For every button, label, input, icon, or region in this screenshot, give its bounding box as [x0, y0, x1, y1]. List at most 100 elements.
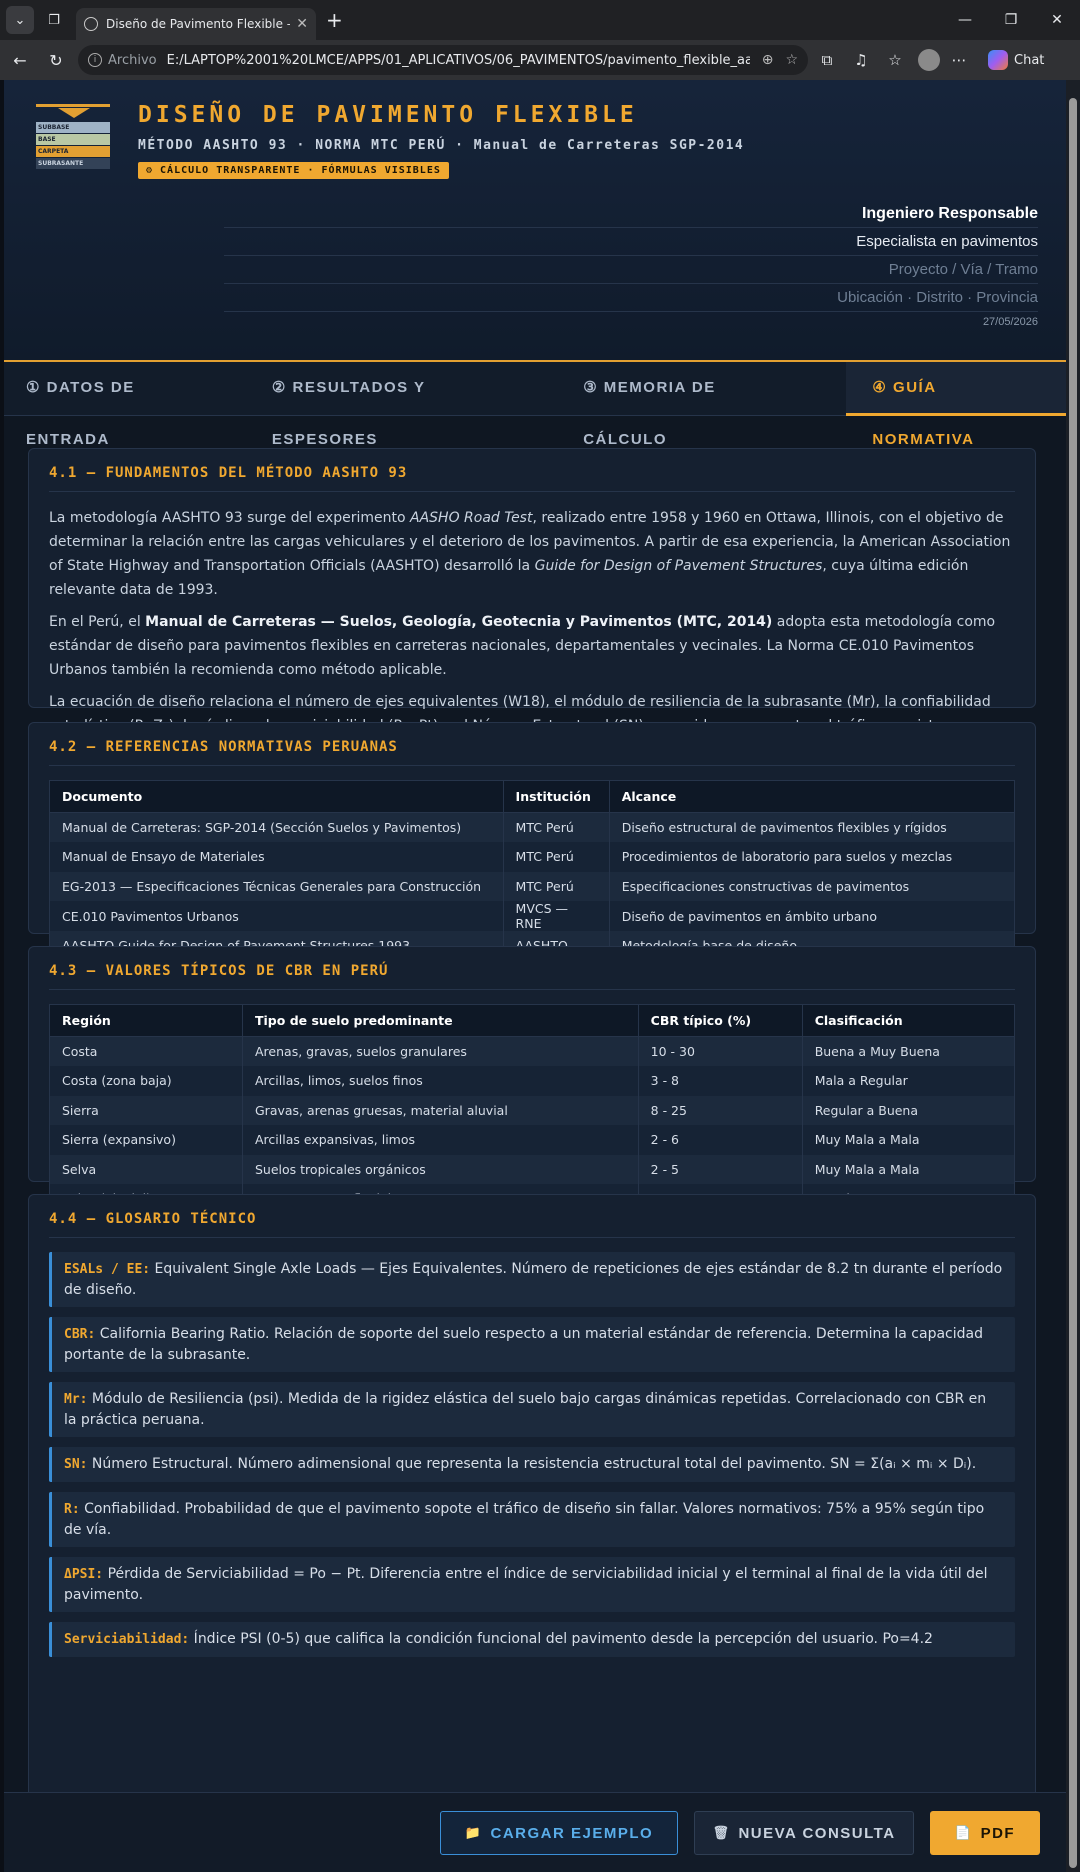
table-row: Costa (zona baja) Arcillas, limos, suelos… [49, 1066, 1016, 1096]
glossary-definition: Número Estructural. Número adimensional … [87, 1456, 977, 1472]
cell: EG-2013 — Especificaciones Técnicas Gene… [49, 871, 504, 901]
location-field[interactable]: Ubicación · Distrito · Provincia [224, 284, 1038, 312]
cell: Diseño estructural de pavimentos flexibl… [608, 812, 1016, 842]
tab-list-button[interactable]: ⌄ [6, 6, 34, 34]
load-example-button[interactable]: 📁 CARGAR EJEMPLO [440, 1811, 678, 1855]
paragraph-2: En el Perú, el Manual de Carreteras — Su… [49, 614, 996, 678]
glossary-term: Mr: [64, 1392, 88, 1407]
folder-icon: 📁 [464, 1825, 483, 1840]
close-tab-icon[interactable]: ✕ [296, 16, 308, 32]
engineer-name-field[interactable]: Ingeniero Responsable [224, 200, 1038, 228]
references-table: Documento Institución Alcance Manual de … [49, 780, 1016, 961]
cell: 3 - 8 [637, 1066, 803, 1096]
table-row: Manual de Ensayo de Materiales MTC Perú Pr… [49, 842, 1016, 872]
page-title: DISEÑO DE PAVIMENTO FLEXIBLE [138, 102, 638, 128]
section-title: 4.4 — GLOSARIO TÉCNICO [49, 1211, 1015, 1238]
favorite-star-icon[interactable]: ☆ [785, 52, 798, 68]
logo-layer-subbase: SUBBASE [36, 122, 110, 133]
new-tab-button[interactable]: + [326, 8, 343, 32]
tab-guia-normativa[interactable]: ④ GUÍA NORMATIVA [846, 362, 1066, 448]
cell: MVCS — RNE [502, 901, 610, 931]
browser-tab-active[interactable]: Diseño de Pavimento Flexible — A ✕ [76, 8, 316, 40]
paragraph-1: La metodología AASHTO 93 surge del exper… [49, 510, 1011, 598]
cell: Arenas, gravas, suelos granulares [242, 1036, 639, 1066]
glossary-term: Serviciabilidad: [64, 1632, 190, 1647]
cell: Arcillas, limos, suelos finos [242, 1066, 639, 1096]
logo-layer-subrasante: SUBRASANTE [36, 158, 110, 169]
cell: Suelos tropicales orgánicos [242, 1154, 639, 1184]
cell: Sierra (expansivo) [49, 1125, 243, 1155]
tab-resultados[interactable]: ② RESULTADOS Y ESPESORES [246, 362, 557, 448]
col-header: CBR típico (%) [637, 1004, 803, 1037]
page-scrollbar[interactable] [1066, 80, 1080, 1872]
table-row: EG-2013 — Especificaciones Técnicas Gene… [49, 871, 1016, 901]
scrollbar-thumb[interactable] [1069, 98, 1077, 1868]
cell: Sierra [49, 1095, 243, 1125]
cell: MTC Perú [502, 871, 610, 901]
url-text: E:/LAPTOP%2001%20LMCE/APPS/01_APLICATIVO… [166, 52, 750, 68]
chevron-down-icon: ⌄ [14, 12, 26, 28]
window-controls: — ❐ ✕ [942, 0, 1080, 40]
page-subtitle: MÉTODO AASHTO 93 · NORMA MTC PERÚ · Manu… [138, 138, 745, 153]
section-glosario: 4.4 — GLOSARIO TÉCNICO ESALs / EE: Equiv… [28, 1194, 1036, 1834]
document-icon: 📄 [954, 1825, 973, 1840]
new-query-label: NUEVA CONSULTA [738, 1824, 896, 1842]
cell: 10 - 30 [637, 1036, 803, 1066]
glossary-item: ΔPSI: Pérdida de Serviciabilidad = Po − … [49, 1557, 1015, 1612]
glossary-item: SN: Número Estructural. Número adimensio… [49, 1447, 1015, 1482]
info-icon[interactable]: i [88, 53, 102, 67]
table-row: Sierra (expansivo) Arcillas expansivas, l… [49, 1125, 1016, 1155]
cell: CE.010 Pavimentos Urbanos [49, 901, 504, 931]
more-menu-icon[interactable]: ⋯ [944, 45, 974, 75]
back-icon[interactable]: ← [4, 44, 36, 76]
section-referencias: 4.2 — REFERENCIAS NORMATIVAS PERUANAS Do… [28, 722, 1036, 961]
reload-icon[interactable]: ↻ [40, 44, 72, 76]
profile-avatar[interactable] [918, 49, 940, 71]
project-field[interactable]: Proyecto / Vía / Tramo [224, 256, 1038, 284]
table-row: Costa Arenas, gravas, suelos granulares 10… [49, 1036, 1016, 1066]
project-info-fields: Ingeniero Responsable Especialista en pa… [224, 200, 1038, 328]
cell: Costa [49, 1036, 243, 1066]
glossary-definition: Pérdida de Serviciabilidad = Po − Pt. Di… [64, 1566, 988, 1603]
minimize-icon[interactable]: — [942, 0, 988, 40]
glossary-definition: Confiabilidad. Probabilidad de que el pa… [64, 1501, 985, 1538]
section-title: 4.3 — VALORES TÍPICOS DE CBR EN PERÚ [49, 963, 1015, 990]
glossary-definition: California Bearing Ratio. Relación de so… [64, 1326, 983, 1363]
cbr-table: Región Tipo de suelo predominante CBR tí… [49, 1004, 1016, 1214]
col-header: Institución [502, 780, 610, 813]
pdf-button[interactable]: 📄 PDF [930, 1811, 1040, 1855]
favorites-icon[interactable]: ☆ [880, 45, 910, 75]
cell: Muy Mala a Mala [801, 1125, 1016, 1155]
new-query-button[interactable]: 🗑 NUEVA CONSULTA [694, 1811, 914, 1855]
engineer-specialty-field[interactable]: Especialista en pavimentos [224, 228, 1038, 256]
cell: Mala a Regular [801, 1066, 1016, 1096]
table-row: Sierra Gravas, arenas gruesas, material a… [49, 1095, 1016, 1125]
date-label: 27/05/2026 [982, 316, 1038, 328]
address-input[interactable]: i Archivo E:/LAPTOP%2001%20LMCE/APPS/01_… [78, 45, 808, 75]
browser-tab-bar: ⌄ ❐ Diseño de Pavimento Flexible — A ✕ +… [0, 0, 1080, 40]
col-header: Alcance [608, 780, 1016, 813]
extensions-icon[interactable]: ⧉ [812, 45, 842, 75]
tab-memoria[interactable]: ③ MEMORIA DE CÁLCULO [557, 362, 826, 448]
cell: Muy Mala a Mala [801, 1154, 1016, 1184]
workspaces-button[interactable]: ❐ [40, 6, 68, 34]
copilot-chat-button[interactable]: Chat [988, 50, 1044, 70]
col-header: Región [49, 1004, 243, 1037]
media-icon[interactable]: ♫ [846, 45, 876, 75]
trash-icon: 🗑 [712, 1825, 731, 1840]
table-row: CE.010 Pavimentos Urbanos MVCS — RNE Diseñ… [49, 901, 1016, 931]
tab-datos-entrada[interactable]: ① DATOS DE ENTRADA [4, 362, 246, 448]
zoom-icon[interactable]: ⊕ [762, 52, 774, 68]
restore-icon[interactable]: ❐ [988, 0, 1034, 40]
load-example-label: CARGAR EJEMPLO [490, 1824, 654, 1842]
glossary-term: ESALs / EE: [64, 1262, 151, 1277]
section-cbr: 4.3 — VALORES TÍPICOS DE CBR EN PERÚ Reg… [28, 946, 1036, 1214]
chat-label: Chat [1014, 52, 1045, 68]
table-row: Manual de Carreteras: SGP-2014 (Sección … [49, 812, 1016, 842]
col-header: Clasificación [801, 1004, 1016, 1037]
close-window-icon[interactable]: ✕ [1034, 0, 1080, 40]
glossary-item: Serviciabilidad: Índice PSI (0-5) que ca… [49, 1622, 1015, 1657]
globe-icon [84, 17, 98, 31]
glossary-definition: Índice PSI (0-5) que califica la condici… [189, 1631, 933, 1647]
col-header: Documento [49, 780, 504, 813]
